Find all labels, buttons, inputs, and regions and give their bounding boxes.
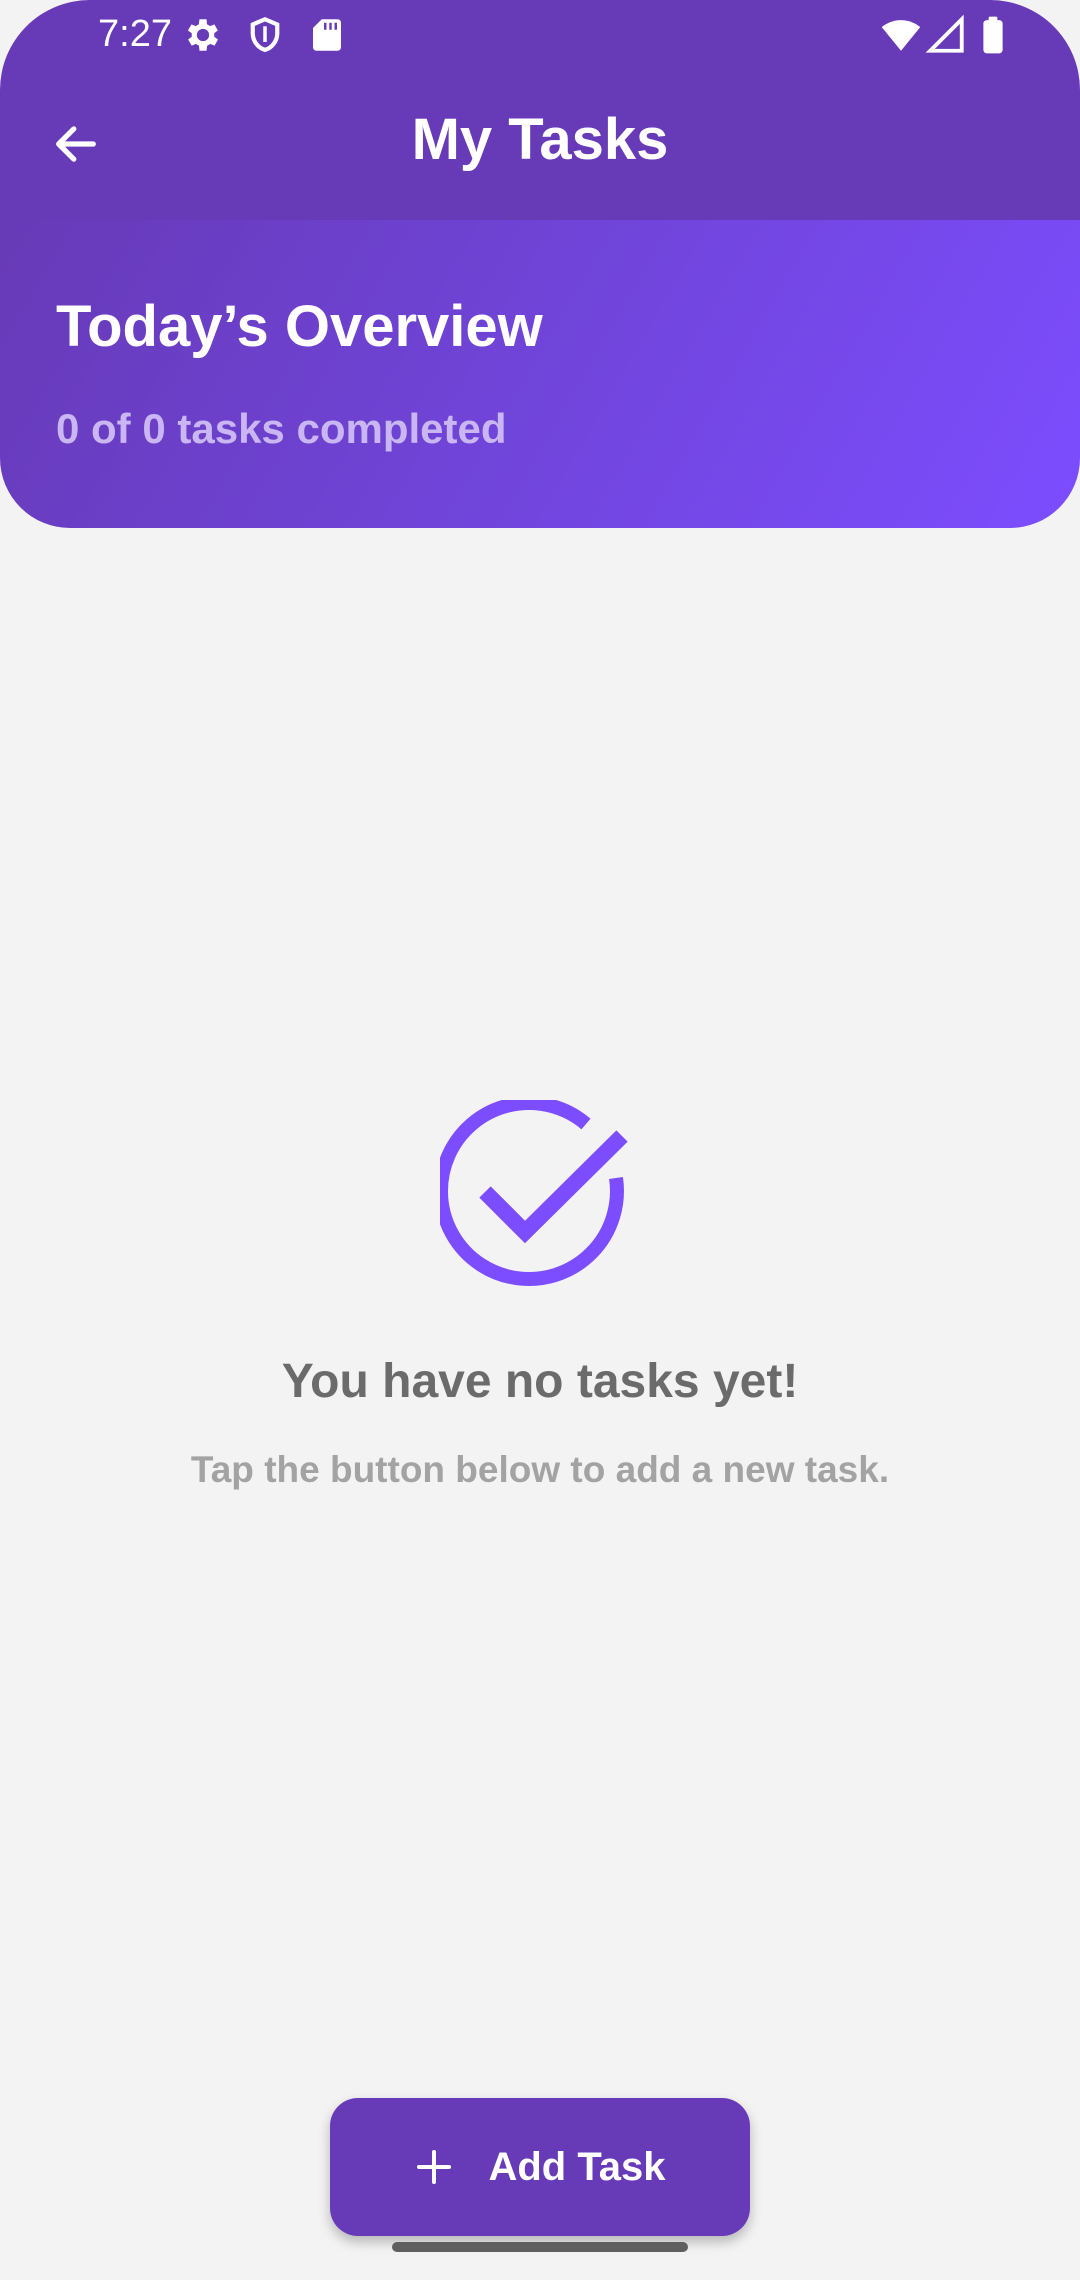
settings-icon bbox=[182, 14, 224, 56]
empty-state-subtitle: Tap the button below to add a new task. bbox=[190, 1449, 890, 1490]
shield-icon bbox=[244, 14, 286, 56]
overview-card: Today’s Overview 0 of 0 tasks completed bbox=[0, 220, 1080, 528]
check-circle-icon bbox=[440, 1100, 640, 1300]
battery-icon bbox=[972, 14, 1014, 56]
overview-progress-text: 0 of 0 tasks completed bbox=[56, 405, 507, 452]
status-time: 7:27 bbox=[98, 13, 172, 55]
add-task-button[interactable]: Add Task bbox=[330, 2098, 750, 2236]
add-task-label: Add Task bbox=[488, 2145, 666, 2189]
overview-title: Today’s Overview bbox=[56, 294, 543, 359]
status-bar: 7:27 bbox=[0, 0, 1080, 70]
empty-state-title: You have no tasks yet! bbox=[281, 1355, 799, 1408]
screen: 7:27 My Tasks Today’s Overview 0 of 0 ta… bbox=[0, 0, 1080, 2280]
page-title: My Tasks bbox=[411, 107, 669, 172]
wifi-icon bbox=[880, 14, 922, 56]
gesture-nav-handle[interactable] bbox=[392, 2242, 688, 2252]
signal-icon bbox=[925, 14, 967, 56]
plus-icon bbox=[414, 2147, 454, 2187]
sd-card-icon bbox=[306, 14, 348, 56]
